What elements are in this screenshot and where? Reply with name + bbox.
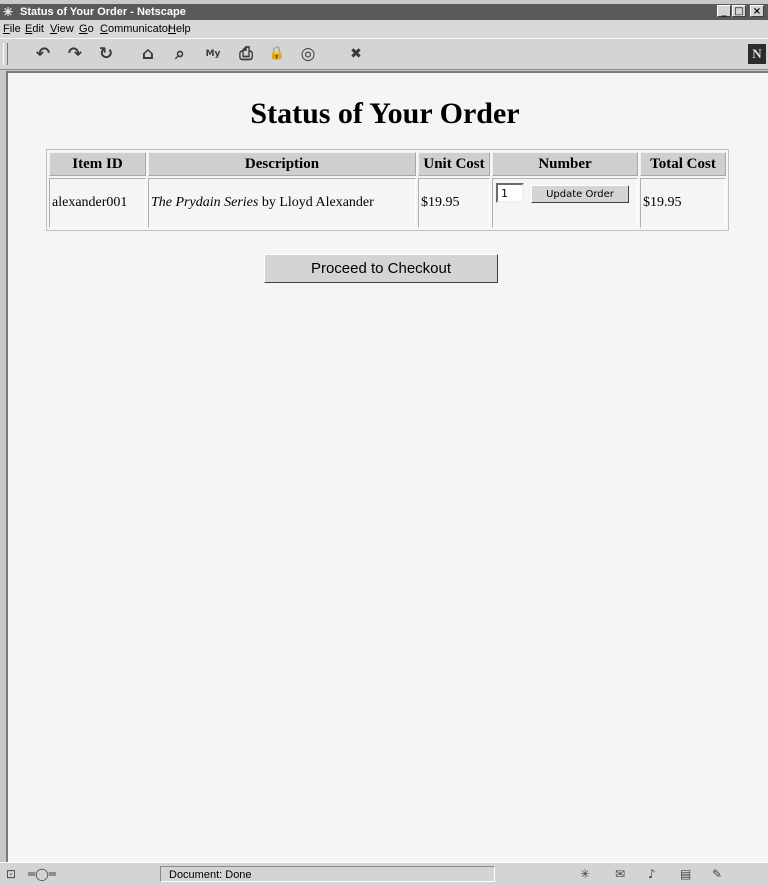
number-cell: Update Order xyxy=(492,178,638,228)
table-header-row: Item ID Description Unit Cost Number Tot… xyxy=(49,152,726,176)
menu-go[interactable]: Go xyxy=(79,22,94,36)
window-title: Status of Your Order - Netscape xyxy=(20,6,186,18)
book-byline: by Lloyd Alexander xyxy=(258,195,374,210)
page-content: Status of Your Order Item ID Description… xyxy=(6,71,768,862)
close-button[interactable]: × xyxy=(750,5,764,17)
home-icon[interactable]: ⌂ xyxy=(135,43,161,65)
menu-bar: File Edit View Go Communicator Help xyxy=(0,20,768,38)
order-table: Item ID Description Unit Cost Number Tot… xyxy=(46,149,729,231)
menu-help[interactable]: Help xyxy=(168,22,191,36)
header-unit-cost: Unit Cost xyxy=(418,152,490,176)
security-lock-icon[interactable]: ⊡ xyxy=(6,867,16,881)
header-item-id: Item ID xyxy=(49,152,146,176)
search-icon[interactable]: ⌕ xyxy=(167,43,193,65)
description-cell: The Prydain Series by Lloyd Alexander xyxy=(148,178,416,228)
reload-icon[interactable]: ↻ xyxy=(93,43,119,65)
update-order-button[interactable]: Update Order xyxy=(531,185,629,203)
menu-edit[interactable]: Edit xyxy=(25,22,44,36)
menu-file[interactable]: File xyxy=(3,22,21,36)
component-bar-edit-icon[interactable]: ✎ xyxy=(712,867,722,881)
navigation-toolbar: ↶ ↷ ↻ ⌂ ⌕ My ⎙ 🔒 ◎ ✖ N xyxy=(0,38,768,70)
connection-plug-icon[interactable]: ═◯═ xyxy=(28,867,56,881)
component-bar-composer-icon[interactable]: ▤ xyxy=(680,867,691,881)
status-bar: ⊡ ═◯═ Document: Done ✳ ✉ ♪ ▤ ✎ xyxy=(0,862,768,886)
proceed-to-checkout-button[interactable]: Proceed to Checkout xyxy=(264,254,498,283)
maximize-button[interactable]: □ xyxy=(732,5,746,17)
netscape-app-icon: ✳ xyxy=(3,5,14,19)
quantity-input[interactable] xyxy=(496,183,524,203)
forward-icon[interactable]: ↷ xyxy=(62,43,88,65)
header-number: Number xyxy=(492,152,638,176)
security-icon[interactable]: 🔒 xyxy=(264,43,290,65)
title-bar: ✳ Status of Your Order - Netscape _ □ × xyxy=(0,4,768,20)
item-id-cell: alexander001 xyxy=(49,178,146,228)
netscape-logo-icon[interactable]: N xyxy=(748,44,766,64)
toolbar-grip[interactable] xyxy=(3,43,8,65)
print-icon[interactable]: ⎙ xyxy=(233,43,259,65)
header-total-cost: Total Cost xyxy=(640,152,726,176)
page-title: Status of Your Order xyxy=(250,97,520,130)
status-text: Document: Done xyxy=(160,866,495,882)
unit-cost-cell: $19.95 xyxy=(418,178,490,228)
back-icon[interactable]: ↶ xyxy=(30,43,56,65)
my-netscape-icon[interactable]: My xyxy=(200,43,226,65)
shop-icon[interactable]: ◎ xyxy=(295,43,321,65)
component-bar-mail-icon[interactable]: ✉ xyxy=(615,867,625,881)
component-bar-navigator-icon[interactable]: ✳ xyxy=(580,867,590,881)
book-title: The Prydain Series xyxy=(151,195,259,210)
component-bar-discussions-icon[interactable]: ♪ xyxy=(648,867,656,881)
menu-view[interactable]: View xyxy=(50,22,74,36)
menu-communicator[interactable]: Communicator xyxy=(100,22,172,36)
stop-icon[interactable]: ✖ xyxy=(343,43,369,65)
total-cost-cell: $19.95 xyxy=(640,178,726,228)
browser-window: ✳ Status of Your Order - Netscape _ □ × … xyxy=(0,0,768,886)
header-description: Description xyxy=(148,152,416,176)
minimize-button[interactable]: _ xyxy=(717,5,731,17)
table-row: alexander001 The Prydain Series by Lloyd… xyxy=(49,178,726,228)
